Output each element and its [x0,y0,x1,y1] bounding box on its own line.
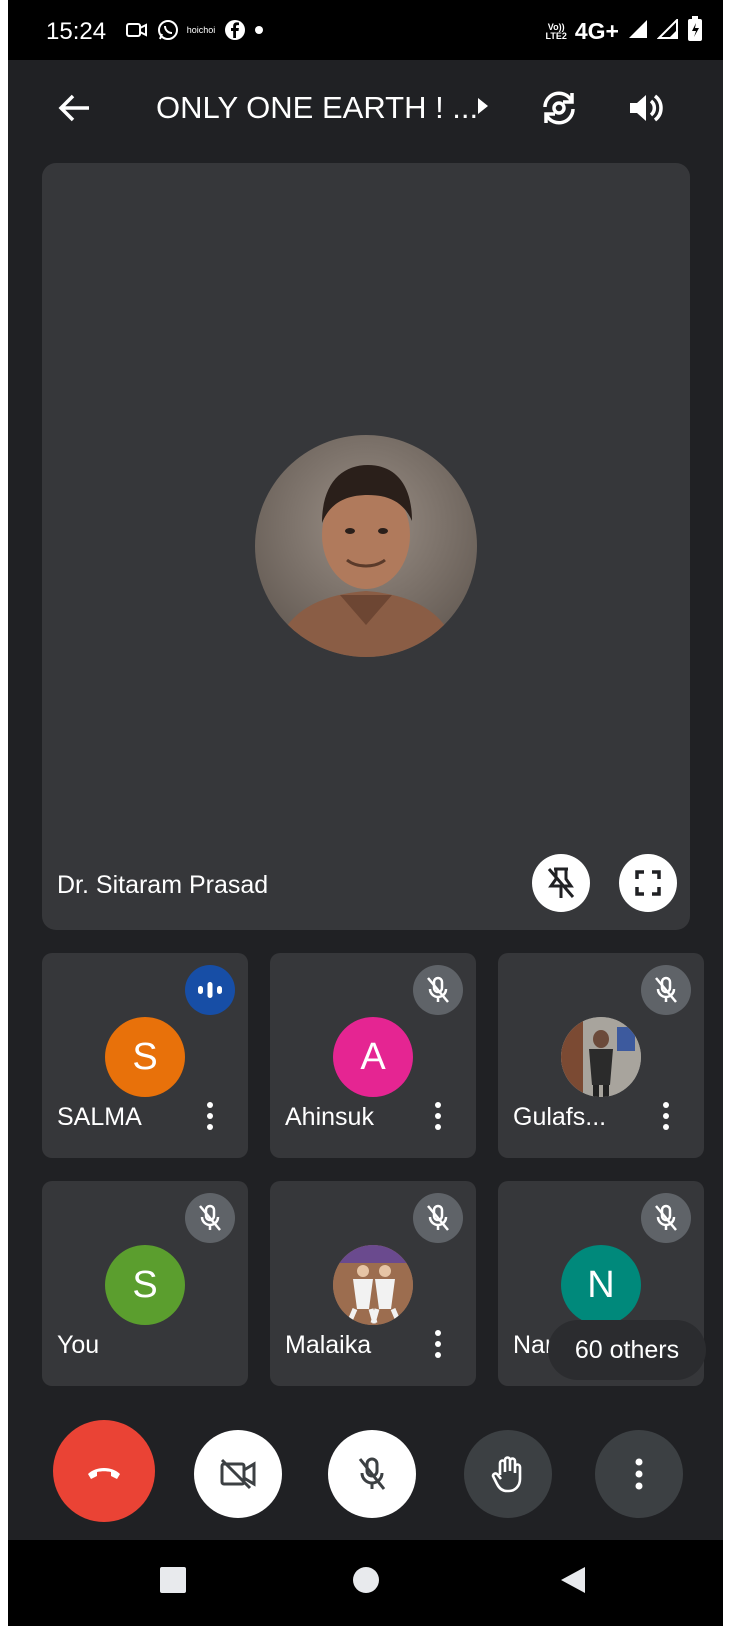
main-speaker-name: Dr. Sitaram Prasad [57,871,269,899]
end-call-icon [88,1468,120,1479]
end-call-button[interactable] [53,1420,155,1522]
more-options-icon[interactable] [428,1096,448,1136]
others-count-chip[interactable]: 60 others [548,1320,706,1380]
main-speaker-avatar [255,435,477,657]
back-icon [561,1567,585,1593]
back-button[interactable] [48,82,100,134]
status-time: 15:24 [46,18,107,45]
avatar: A [333,1017,413,1097]
fullscreen-button[interactable] [619,854,677,912]
meet-screen: 15:24 hoichoi Vo)) LTE2 4G+ ONLY ONE EAR… [8,0,723,1626]
more-options-icon[interactable] [200,1096,220,1136]
camera-off-icon [220,1458,256,1490]
mic-off-icon [413,1193,463,1243]
more-options-button[interactable] [595,1430,683,1518]
participant-tile[interactable]: S SALMA [42,953,248,1158]
participant-name: Malaika [285,1331,372,1359]
participant-tile[interactable]: A Ahinsuk [270,953,476,1158]
raise-hand-icon [491,1456,522,1493]
switch-camera-button[interactable] [533,82,585,134]
participant-name: Gulafs... [513,1103,607,1131]
participant-name: Ahinsuk [285,1103,374,1131]
participant-tile[interactable]: Gulafs... [498,953,704,1158]
mic-off-icon [185,1193,235,1243]
speaker-button[interactable] [620,82,672,134]
mic-off-icon [413,965,463,1015]
status-right: Vo)) LTE2 4G+ [546,16,703,47]
participant-tile[interactable]: Malaika [270,1181,476,1386]
main-speaker-tile[interactable]: Dr. Sitaram Prasad [42,163,690,930]
more-options-icon [635,1458,643,1490]
more-options-icon[interactable] [428,1324,448,1364]
facebook-icon [223,18,247,42]
speaking-indicator-icon [185,965,235,1015]
video-call-icon [125,18,149,42]
switch-camera-icon [543,91,575,125]
unpin-button[interactable] [532,854,590,912]
participant-name: You [57,1331,100,1359]
raise-hand-button[interactable] [464,1430,552,1518]
participant-tile-self[interactable]: S You [42,1181,248,1386]
unpin-icon [547,867,575,898]
camera-toggle-button[interactable] [194,1430,282,1518]
battery-icon [687,16,703,47]
back-nav-button[interactable] [553,1560,593,1600]
recents-button[interactable] [153,1560,193,1600]
speaker-icon [630,94,663,122]
mic-toggle-button[interactable] [328,1430,416,1518]
signal-icon-2 [656,17,679,44]
system-nav-bar [8,1540,723,1626]
avatar-photo [561,1017,641,1097]
home-button[interactable] [346,1560,386,1600]
call-controls [8,1420,723,1530]
whatsapp-icon [156,18,180,42]
avatar: S [105,1245,185,1325]
avatar-photo [333,1245,413,1325]
arrow-back-icon [58,94,89,122]
signal-icon [627,19,649,44]
network-type: 4G+ [574,18,619,44]
meeting-title[interactable]: ONLY ONE EARTH ! ... [156,90,478,126]
avatar: N [561,1245,641,1325]
hoichoi-icon: hoichoi [186,25,216,35]
title-expand-icon[interactable] [476,96,490,121]
more-options-icon[interactable] [656,1096,676,1136]
call-header: ONLY ONE EARTH ! ... [8,60,723,160]
dot-icon [253,18,265,42]
mic-off-icon [641,965,691,1015]
mic-off-icon [641,1193,691,1243]
avatar: S [105,1017,185,1097]
recents-icon [160,1567,186,1593]
mic-off-icon [358,1457,386,1490]
volte-indicator: Vo)) LTE2 [545,21,567,41]
fullscreen-icon [635,870,661,896]
participant-name: SALMA [57,1103,142,1131]
status-bar: 15:24 hoichoi Vo)) LTE2 4G+ [8,0,723,60]
home-icon [353,1567,379,1593]
